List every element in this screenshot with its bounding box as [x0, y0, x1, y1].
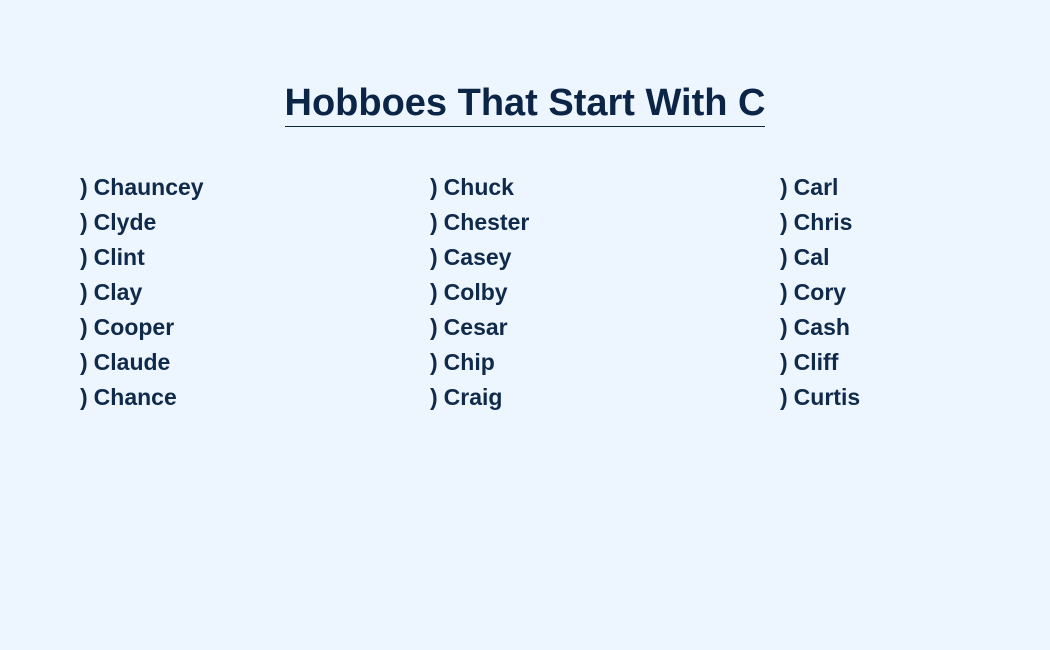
bullet-marker: ) — [780, 384, 788, 410]
bullet-marker: ) — [780, 174, 788, 200]
list-item: ) Cory — [780, 276, 860, 311]
list-item: ) Chance — [80, 381, 204, 416]
list-item-label: Claude — [93, 349, 171, 375]
bullet-marker: ) — [780, 314, 788, 340]
list-item: ) Chester — [430, 206, 529, 241]
bullet-marker: ) — [430, 244, 438, 270]
page-title: Hobboes That Start With C — [284, 80, 766, 127]
list-item-label: Chip — [443, 349, 495, 375]
bullet-marker: ) — [80, 314, 88, 340]
bullet-marker: ) — [80, 384, 88, 410]
list-item-label: Cliff — [793, 349, 839, 375]
list-item: ) Cesar — [430, 311, 529, 346]
bullet-marker: ) — [80, 174, 88, 200]
list-item: ) Clint — [80, 241, 204, 276]
title-container: Hobboes That Start With C — [0, 80, 1050, 127]
name-list-column-2: ) Chuck ) Chester ) Casey ) Colby ) Cesar ) Ch… — [430, 171, 529, 416]
list-item: ) Casey — [430, 241, 529, 276]
list-item: ) Craig — [430, 381, 529, 416]
list-item-label: Cesar — [443, 314, 508, 340]
name-list-column-1: ) Chauncey ) Clyde ) Clint ) Clay ) Cooper ) C… — [80, 171, 204, 416]
bullet-marker: ) — [80, 244, 88, 270]
bullet-marker: ) — [430, 384, 438, 410]
list-item-label: Craig — [443, 384, 503, 410]
list-item: ) Chauncey — [80, 171, 204, 206]
name-list-column-3: ) Carl ) Chris ) Cal ) Cory ) Cash ) Cliff ) Cu… — [780, 171, 860, 416]
list-item: ) Claude — [80, 346, 204, 381]
list-item: ) Cliff — [780, 346, 860, 381]
list-item: ) Clay — [80, 276, 204, 311]
list-item-label: Clint — [93, 244, 145, 270]
list-item-label: Clyde — [93, 209, 157, 235]
list-item-label: Cory — [793, 279, 847, 305]
list-item-label: Cal — [793, 244, 830, 270]
bullet-marker: ) — [80, 279, 88, 305]
bullet-marker: ) — [430, 349, 438, 375]
list-item-label: Chance — [93, 384, 177, 410]
list-item: ) Curtis — [780, 381, 860, 416]
bullet-marker: ) — [430, 314, 438, 340]
list-item: ) Clyde — [80, 206, 204, 241]
bullet-marker: ) — [80, 349, 88, 375]
list-item-label: Chester — [443, 209, 530, 235]
list-item: ) Chuck — [430, 171, 529, 206]
bullet-marker: ) — [780, 349, 788, 375]
bullet-marker: ) — [780, 279, 788, 305]
bullet-marker: ) — [80, 209, 88, 235]
list-item-label: Chris — [793, 209, 853, 235]
list-item-label: Chauncey — [93, 174, 204, 200]
bullet-marker: ) — [430, 209, 438, 235]
list-item: ) Chip — [430, 346, 529, 381]
list-item-label: Curtis — [793, 384, 861, 410]
list-item-label: Clay — [93, 279, 143, 305]
list-item: ) Cash — [780, 311, 860, 346]
list-item: ) Cooper — [80, 311, 204, 346]
list-item-label: Cash — [793, 314, 850, 340]
list-item: ) Chris — [780, 206, 860, 241]
bullet-marker: ) — [780, 244, 788, 270]
bullet-marker: ) — [430, 279, 438, 305]
list-item: ) Cal — [780, 241, 860, 276]
bullet-marker: ) — [780, 209, 788, 235]
bullet-marker: ) — [430, 174, 438, 200]
list-item: ) Carl — [780, 171, 860, 206]
list-item-label: Carl — [793, 174, 839, 200]
list-item: ) Colby — [430, 276, 529, 311]
list-item-label: Chuck — [443, 174, 514, 200]
list-item-label: Colby — [443, 279, 508, 305]
list-item-label: Casey — [443, 244, 512, 270]
list-item-label: Cooper — [93, 314, 175, 340]
